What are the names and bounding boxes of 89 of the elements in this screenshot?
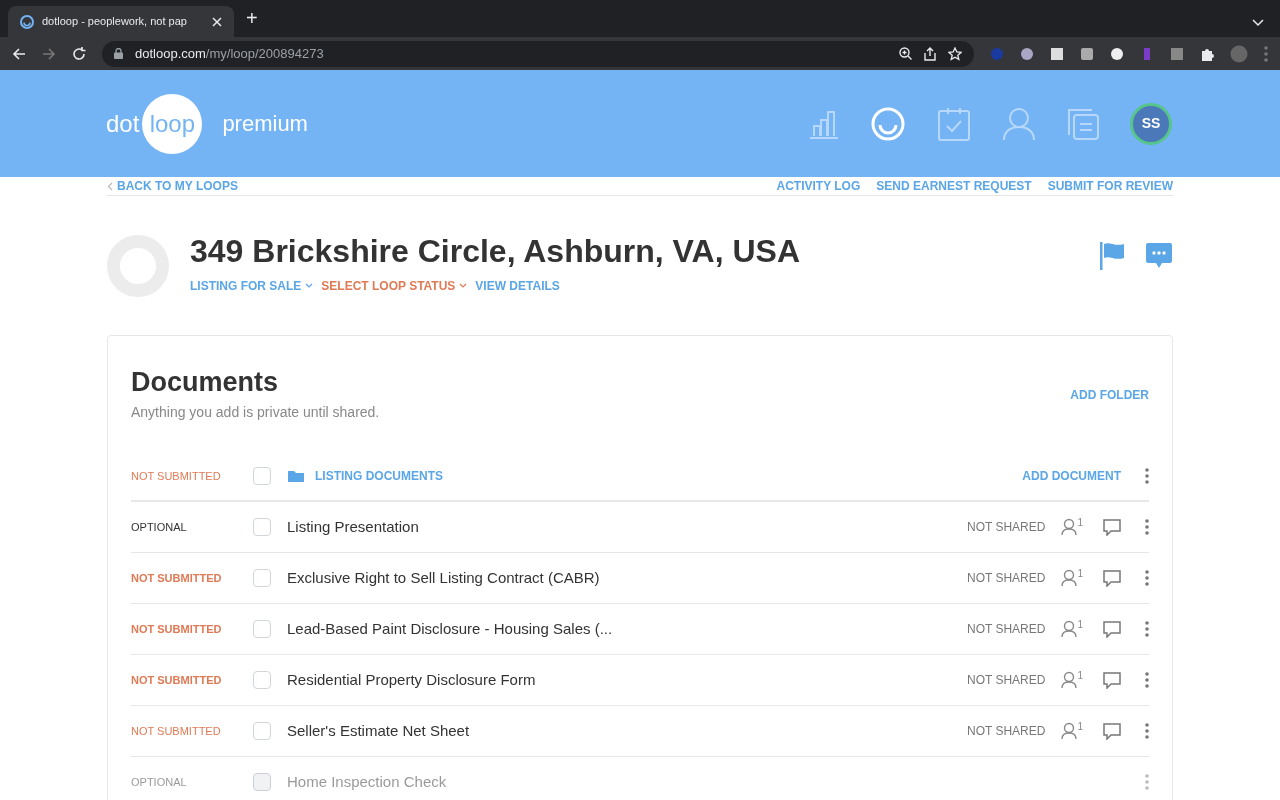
action-link[interactable]: SEND EARNEST REQUEST <box>876 177 1032 195</box>
chevron-down-icon[interactable] <box>1252 19 1264 27</box>
more-icon[interactable] <box>1145 570 1149 586</box>
close-icon[interactable] <box>212 16 222 27</box>
reload-icon[interactable] <box>72 46 86 61</box>
folder-name[interactable]: LISTING DOCUMENTS <box>315 467 1023 485</box>
checkbox[interactable] <box>253 518 271 536</box>
star-icon <box>948 46 962 61</box>
sharing-status: NOT SHARED <box>966 570 1046 587</box>
comment-icon[interactable] <box>1103 620 1121 638</box>
chevron-down-icon <box>305 283 314 289</box>
status-label: NOT SUBMITTED <box>131 468 222 484</box>
person-icon <box>1061 620 1078 638</box>
document-name[interactable]: Seller's Estimate Net Sheet <box>287 719 967 743</box>
section-subtitle: Anything you add is private until shared. <box>131 403 380 422</box>
action-link[interactable]: SUBMIT FOR REVIEW <box>1047 177 1173 195</box>
extension-icon[interactable] <box>1050 46 1064 61</box>
comment-icon[interactable] <box>1103 722 1121 740</box>
url-text: dotloop.com/my/loop/200894273 <box>135 44 325 63</box>
more-icon[interactable] <box>1145 672 1149 688</box>
participants-button[interactable]: 1 <box>1061 671 1083 689</box>
checkbox[interactable] <box>253 569 271 587</box>
puzzle-icon[interactable] <box>1200 46 1214 61</box>
person-icon <box>1061 518 1078 536</box>
loop-link[interactable]: SELECT LOOP STATUS <box>321 277 468 295</box>
checkbox[interactable] <box>253 722 271 740</box>
folder-icon <box>288 470 304 482</box>
chevron-down-icon <box>459 283 468 289</box>
user-avatar[interactable]: SS <box>1130 102 1172 145</box>
zoom-icon <box>899 47 912 60</box>
status-label: OPTIONAL <box>131 774 188 790</box>
smile-icon[interactable] <box>870 105 906 142</box>
comment-icon[interactable] <box>1103 671 1121 689</box>
status-label: OPTIONAL <box>131 519 188 535</box>
sharing-status: NOT SHARED <box>966 519 1046 536</box>
more-icon[interactable] <box>1145 723 1149 739</box>
smile-icon <box>20 14 34 29</box>
profile-icon[interactable] <box>1230 44 1248 63</box>
checkbox[interactable] <box>253 620 271 638</box>
participants-button[interactable]: 1 <box>1061 722 1083 740</box>
person-icon <box>1061 569 1078 587</box>
flag-icon[interactable] <box>1099 242 1125 270</box>
person-icon <box>1061 671 1078 689</box>
forward-icon[interactable] <box>42 46 56 61</box>
loop-link[interactable]: LISTING FOR SALE <box>190 277 314 295</box>
address-bar[interactable]: dotloop.com/my/loop/200894273 <box>102 40 974 67</box>
more-icon[interactable] <box>1145 519 1149 535</box>
participants-button[interactable]: 1 <box>1061 518 1083 536</box>
person-icon <box>1061 722 1078 740</box>
document-name[interactable]: Residential Property Disclosure Form <box>287 668 967 692</box>
add-folder-link[interactable]: ADD FOLDER <box>1070 386 1149 404</box>
participants-button[interactable]: 1 <box>1061 620 1083 638</box>
comment-icon[interactable] <box>1103 569 1121 587</box>
new-tab-button[interactable]: + <box>246 3 258 33</box>
sharing-status: NOT SHARED <box>966 621 1046 638</box>
more-icon[interactable] <box>1145 621 1149 637</box>
status-label: NOT SUBMITTED <box>131 723 222 739</box>
document-name[interactable]: Listing Presentation <box>287 515 967 539</box>
loop-link[interactable]: VIEW DETAILS <box>475 277 560 295</box>
participants-button[interactable]: 1 <box>1061 569 1083 587</box>
tab-title: dotloop - peoplework, not pap <box>42 14 188 30</box>
lock-icon <box>114 48 123 59</box>
status-label: NOT SUBMITTED <box>131 570 223 586</box>
checkbox[interactable] <box>253 467 271 485</box>
logo-text: dot <box>106 108 140 139</box>
sharing-status: NOT SHARED <box>966 672 1046 689</box>
extension-icon[interactable] <box>1020 46 1034 61</box>
chat-icon[interactable] <box>1145 242 1173 270</box>
checkbox[interactable] <box>253 671 271 689</box>
extension-icon[interactable] <box>1110 46 1124 61</box>
document-name[interactable]: Lead-Based Paint Disclosure - Housing Sales (... <box>287 617 967 641</box>
logo-suffix: premium <box>222 110 308 138</box>
add-document-link[interactable]: ADD DOCUMENT <box>1022 467 1121 485</box>
more-icon[interactable] <box>1264 45 1268 62</box>
status-label: NOT SUBMITTED <box>131 621 223 637</box>
extension-icon[interactable] <box>1080 46 1094 61</box>
chevron-left-icon <box>107 181 113 191</box>
back-link[interactable]: BACK TO MY LOOPS <box>107 177 238 195</box>
action-link[interactable]: ACTIVITY LOG <box>776 177 861 195</box>
section-title: Documents <box>131 366 280 398</box>
sharing-status: NOT SHARED <box>966 723 1046 740</box>
status-label: NOT SUBMITTED <box>131 672 223 688</box>
share-icon <box>924 46 936 61</box>
comment-icon[interactable] <box>1103 518 1121 536</box>
back-icon[interactable] <box>12 46 26 61</box>
loop-title: 349 Brickshire Circle, Ashburn, VA, USA <box>190 232 800 270</box>
browser-tab[interactable]: dotloop - peoplework, not pap <box>8 6 234 37</box>
document-name[interactable]: Exclusive Right to Sell Listing Contract (CABR) <box>287 566 967 590</box>
more-icon[interactable] <box>1145 468 1149 484</box>
